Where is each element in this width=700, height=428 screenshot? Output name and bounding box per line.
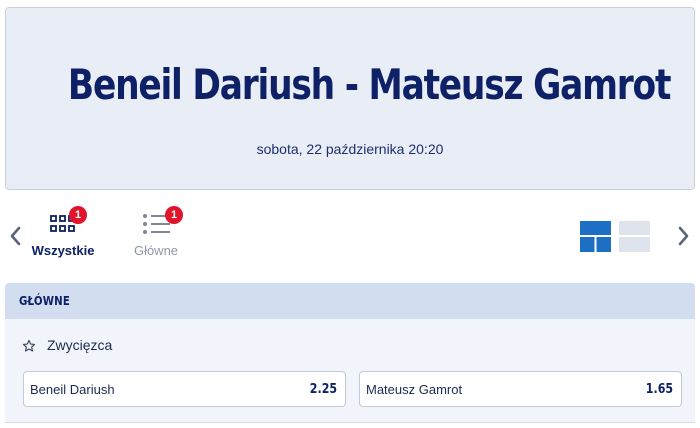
chevron-right-icon[interactable] <box>677 225 691 247</box>
tab-main-label: Główne <box>133 243 179 258</box>
event-header: Beneil Dariush - Mateusz Gamrot sobota, … <box>5 7 695 190</box>
market-card: Zwycięzca Beneil Dariush 2.25 Mateusz Ga… <box>5 319 695 423</box>
tab-main-badge: 1 <box>165 206 183 224</box>
star-icon[interactable] <box>22 338 36 352</box>
single-layout-toggle[interactable] <box>619 221 650 252</box>
two-column-layout-icon <box>580 221 611 252</box>
odds-button-away[interactable]: Mateusz Gamrot 1.65 <box>359 371 682 407</box>
tab-all-badge: 1 <box>69 206 87 224</box>
section-header[interactable]: GŁÓWNE <box>5 283 695 319</box>
outcome-odds: 2.25 <box>309 382 337 397</box>
event-date: sobota, 22 października 20:20 <box>256 141 444 157</box>
grid-layout-toggle[interactable] <box>580 221 611 252</box>
event-title: Beneil Dariush - Mateusz Gamrot <box>67 60 672 109</box>
outcome-name: Beneil Dariush <box>30 382 115 397</box>
odds-button-home[interactable]: Beneil Dariush 2.25 <box>23 371 346 407</box>
list-icon: 1 <box>141 206 183 237</box>
outcome-odds: 1.65 <box>645 382 673 397</box>
grid-icon: 1 <box>48 206 87 237</box>
chevron-left-icon[interactable] <box>8 225 22 247</box>
market-name: Zwycięzca <box>47 337 113 353</box>
tab-all-label: Wszystkie <box>31 243 95 258</box>
section-title: GŁÓWNE <box>19 294 71 308</box>
one-column-layout-icon <box>619 221 650 252</box>
tab-all[interactable]: 1 Wszystkie <box>23 205 103 258</box>
tab-main[interactable]: 1 Główne <box>116 205 196 258</box>
outcome-name: Mateusz Gamrot <box>366 382 463 397</box>
